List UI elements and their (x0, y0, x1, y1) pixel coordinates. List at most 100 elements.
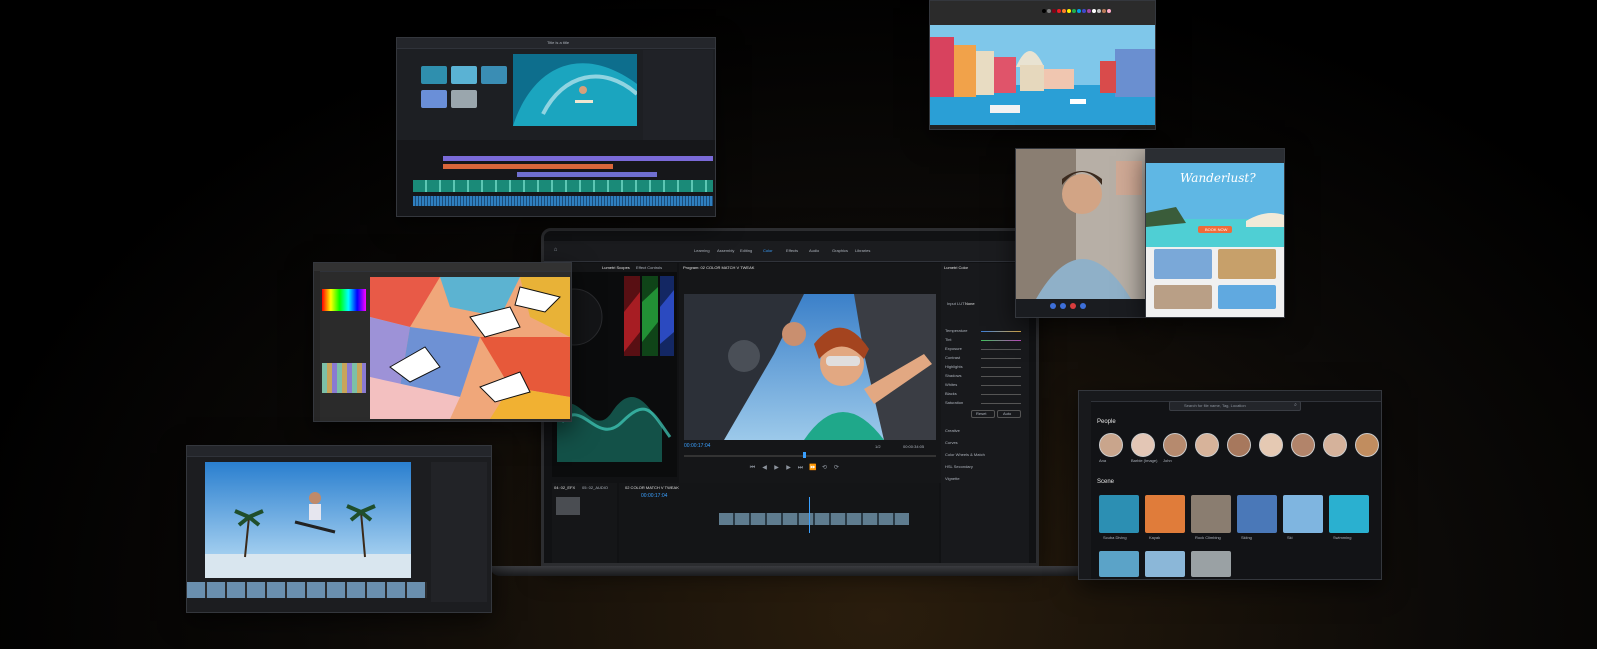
person-avatar[interactable] (1355, 433, 1379, 463)
end-call-icon[interactable] (1070, 303, 1076, 309)
palette-swatch[interactable] (1052, 9, 1056, 13)
slider-row-tint[interactable]: Tint (945, 336, 1025, 344)
person-avatar[interactable] (1195, 433, 1219, 463)
transport-button-icon[interactable]: ⏩ (809, 465, 816, 472)
scene-rock-climbing[interactable]: Rock Climbing (1191, 495, 1231, 540)
slider-row-temperature[interactable]: Temperature (945, 327, 1025, 335)
program-scrubber[interactable] (684, 455, 936, 457)
person-avatar[interactable] (1259, 433, 1283, 463)
slider-track[interactable] (981, 394, 1021, 395)
call-control-icon[interactable] (1050, 303, 1056, 309)
slider-track[interactable] (981, 358, 1021, 359)
media-thumb[interactable] (451, 90, 477, 108)
lumetri-section-color-wheels-match[interactable]: Color Wheels & Match (945, 452, 985, 457)
workspace-tab-effects[interactable]: Effects (786, 248, 798, 253)
palette-swatch[interactable] (1062, 9, 1066, 13)
media-thumb[interactable] (421, 90, 447, 108)
palette-swatch[interactable] (1092, 9, 1096, 13)
transport-button-icon[interactable]: ▶ (785, 465, 792, 472)
color-picker-panel[interactable] (322, 289, 366, 311)
transport-button-icon[interactable]: ⏭ (797, 465, 804, 472)
workspace-tab-assembly[interactable]: Assembly (717, 248, 734, 253)
workspace-tab-libraries[interactable]: Libraries (855, 248, 870, 253)
person-avatar[interactable] (1323, 433, 1347, 463)
book-now-button[interactable]: BOOK NOW (1198, 226, 1232, 233)
slider-track[interactable] (981, 331, 1021, 332)
slider-track[interactable] (981, 385, 1021, 386)
destination-card[interactable] (1154, 249, 1212, 279)
track-orange[interactable] (443, 164, 613, 169)
project-thumbnail[interactable] (556, 497, 580, 515)
video-track-clips[interactable] (413, 180, 713, 192)
person-avatar[interactable]: Ana (1099, 433, 1123, 463)
slider-track[interactable] (981, 376, 1021, 377)
slider-track[interactable] (981, 349, 1021, 350)
person-avatar[interactable] (1291, 433, 1315, 463)
workspace-tab-editing[interactable]: Editing (740, 248, 752, 253)
transport-button-icon[interactable]: ▶ (773, 465, 780, 472)
search-box[interactable]: Search for file name, Tag, Location ⌕ (1169, 401, 1301, 411)
lumetri-section-creative[interactable]: Creative (945, 428, 960, 433)
call-control-icon[interactable] (1060, 303, 1066, 309)
scene-thumb-extra[interactable] (1145, 551, 1185, 577)
workspace-tab-learning[interactable]: Learning (694, 248, 710, 253)
workspace-tab-audio[interactable]: Audio (809, 248, 819, 253)
slider-track[interactable] (981, 367, 1021, 368)
palette-swatch[interactable] (1102, 9, 1106, 13)
audio-waveform[interactable] (413, 196, 713, 206)
track-purple-2[interactable] (517, 172, 657, 177)
home-icon[interactable]: ⌂ (552, 247, 559, 254)
destination-card[interactable] (1218, 249, 1276, 279)
slider-row-whites[interactable]: Whites (945, 381, 1025, 389)
effect-controls-tab[interactable]: Effect Controls (636, 265, 662, 270)
slider-row-contrast[interactable]: Contrast (945, 354, 1025, 362)
transport-button-icon[interactable]: ⏮ (749, 465, 756, 472)
filmstrip[interactable] (187, 582, 427, 598)
scene-scuba-diving[interactable]: Scuba Diving (1099, 495, 1139, 540)
track-purple[interactable] (443, 156, 713, 161)
palette-swatch[interactable] (1057, 9, 1061, 13)
call-control-icon[interactable] (1080, 303, 1086, 309)
scene-swimming[interactable]: Swimming (1329, 495, 1369, 540)
person-avatar[interactable] (1227, 433, 1251, 463)
auto-button[interactable]: Auto (997, 410, 1021, 418)
media-thumb[interactable] (451, 66, 477, 84)
palette-swatch[interactable] (1077, 9, 1081, 13)
reset-button[interactable]: Reset (971, 410, 995, 418)
palette-swatch[interactable] (1072, 9, 1076, 13)
scene-skiing[interactable]: Skiing (1237, 495, 1277, 540)
lumetri-section-curves[interactable]: Curves (945, 440, 958, 445)
scene-ski[interactable]: Ski (1283, 495, 1323, 540)
slider-track[interactable] (981, 340, 1021, 341)
scene-thumb-extra[interactable] (1191, 551, 1231, 577)
person-avatar[interactable]: John (1163, 433, 1187, 463)
palette-swatch[interactable] (1047, 9, 1051, 13)
zoom-level[interactable]: 1/2 (875, 444, 881, 449)
slider-row-blacks[interactable]: Blacks (945, 390, 1025, 398)
scene-thumb-extra[interactable] (1099, 551, 1139, 577)
person-avatar[interactable]: Barbie (Image) (1131, 433, 1157, 463)
scopes-tab[interactable]: Lumetri Scopes (602, 265, 630, 270)
lumetri-section-vignette[interactable]: Vignette (945, 476, 960, 481)
palette-swatch[interactable] (1067, 9, 1071, 13)
slider-track[interactable] (981, 403, 1021, 404)
workspace-tab-color[interactable]: Color (763, 248, 773, 253)
project-tab-audio[interactable]: 05: 02_AUDIO (582, 485, 608, 490)
transport-button-icon[interactable]: ⟲ (821, 465, 828, 472)
input-lut-value[interactable]: None (965, 301, 975, 306)
timeline-playhead[interactable] (809, 497, 810, 533)
scene-kayak[interactable]: Kayak (1145, 495, 1185, 540)
media-thumb[interactable] (421, 66, 447, 84)
slider-row-highlights[interactable]: Highlights (945, 363, 1025, 371)
slider-row-exposure[interactable]: Exposure (945, 345, 1025, 353)
media-thumb[interactable] (481, 66, 507, 84)
transport-button-icon[interactable]: ⟳ (833, 465, 840, 472)
sequence-tab[interactable]: 02 COLOR MATCH V TWEAK (625, 485, 679, 490)
playhead-marker[interactable] (803, 452, 806, 458)
timeline-clips[interactable] (719, 513, 909, 525)
workspace-tab-graphics[interactable]: Graphics (832, 248, 848, 253)
palette-swatch[interactable] (1082, 9, 1086, 13)
palette-swatch[interactable] (1097, 9, 1101, 13)
palette-swatch[interactable] (1087, 9, 1091, 13)
slider-row-shadows[interactable]: Shadows (945, 372, 1025, 380)
